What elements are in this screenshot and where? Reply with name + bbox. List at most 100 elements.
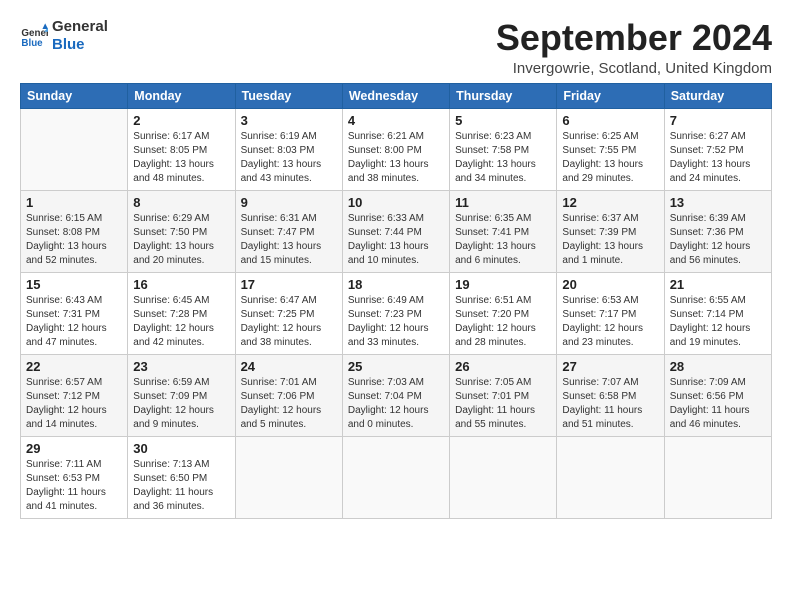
sunset-text: Sunset: 8:03 PM	[241, 145, 315, 156]
day-number: 17	[241, 277, 337, 292]
location: Invergowrie, Scotland, United Kingdom	[496, 60, 772, 77]
day-number: 26	[455, 359, 551, 374]
daylight-text: Daylight: 13 hours and 43 minutes.	[241, 159, 322, 184]
col-sunday: Sunday	[21, 83, 128, 108]
table-row: 16Sunrise: 6:45 AMSunset: 7:28 PMDayligh…	[128, 272, 235, 354]
day-number: 15	[26, 277, 122, 292]
sunrise-text: Sunrise: 7:09 AM	[670, 377, 746, 388]
day-number: 28	[670, 359, 766, 374]
sunset-text: Sunset: 7:25 PM	[241, 309, 315, 320]
daylight-text: Daylight: 13 hours and 52 minutes.	[26, 241, 107, 266]
sunrise-text: Sunrise: 6:37 AM	[562, 213, 638, 224]
month-title: September 2024	[496, 18, 772, 58]
day-number: 10	[348, 195, 444, 210]
table-row: 8Sunrise: 6:29 AMSunset: 7:50 PMDaylight…	[128, 190, 235, 272]
day-number: 13	[670, 195, 766, 210]
sunrise-text: Sunrise: 6:49 AM	[348, 295, 424, 306]
page-header: General Blue General Blue September 2024…	[20, 18, 772, 77]
table-row: 11Sunrise: 6:35 AMSunset: 7:41 PMDayligh…	[450, 190, 557, 272]
sunrise-text: Sunrise: 6:47 AM	[241, 295, 317, 306]
sunset-text: Sunset: 6:58 PM	[562, 391, 636, 402]
day-number: 3	[241, 113, 337, 128]
sunset-text: Sunset: 6:56 PM	[670, 391, 744, 402]
sunset-text: Sunset: 7:41 PM	[455, 227, 529, 238]
daylight-text: Daylight: 13 hours and 20 minutes.	[133, 241, 214, 266]
daylight-text: Daylight: 13 hours and 10 minutes.	[348, 241, 429, 266]
table-row: 29Sunrise: 7:11 AMSunset: 6:53 PMDayligh…	[21, 436, 128, 518]
col-friday: Friday	[557, 83, 664, 108]
sunset-text: Sunset: 7:44 PM	[348, 227, 422, 238]
table-row: 7Sunrise: 6:27 AMSunset: 7:52 PMDaylight…	[664, 108, 771, 190]
day-number: 8	[133, 195, 229, 210]
daylight-text: Daylight: 13 hours and 1 minute.	[562, 241, 643, 266]
table-row: 21Sunrise: 6:55 AMSunset: 7:14 PMDayligh…	[664, 272, 771, 354]
sunrise-text: Sunrise: 7:01 AM	[241, 377, 317, 388]
table-row: 28 Sunrise: 7:09 AM Sunset: 6:56 PM Dayligh…	[664, 354, 771, 436]
col-thursday: Thursday	[450, 83, 557, 108]
sunrise-text: Sunrise: 7:05 AM	[455, 377, 531, 388]
col-tuesday: Tuesday	[235, 83, 342, 108]
daylight-text: Daylight: 12 hours and 19 minutes.	[670, 323, 751, 348]
sunrise-text: Sunrise: 6:45 AM	[133, 295, 209, 306]
daylight-text: Daylight: 11 hours and 36 minutes.	[133, 487, 213, 512]
daylight-text: Daylight: 12 hours and 47 minutes.	[26, 323, 107, 348]
sunset-text: Sunset: 7:58 PM	[455, 145, 529, 156]
sunrise-text: Sunrise: 6:25 AM	[562, 131, 638, 142]
calendar-table: Sunday Monday Tuesday Wednesday Thursday…	[20, 83, 772, 519]
sunset-text: Sunset: 7:52 PM	[670, 145, 744, 156]
sunset-text: Sunset: 7:31 PM	[26, 309, 100, 320]
daylight-text: Daylight: 11 hours and 55 minutes.	[455, 405, 535, 430]
daylight-text: Daylight: 11 hours and 51 minutes.	[562, 405, 642, 430]
table-row	[450, 436, 557, 518]
table-row: 15Sunrise: 6:43 AMSunset: 7:31 PMDayligh…	[21, 272, 128, 354]
sunset-text: Sunset: 8:00 PM	[348, 145, 422, 156]
table-row: 4 Sunrise: 6:21 AM Sunset: 8:00 PM Daylight…	[342, 108, 449, 190]
daylight-text: Daylight: 11 hours and 41 minutes.	[26, 487, 106, 512]
day-number: 18	[348, 277, 444, 292]
day-number: 6	[562, 113, 658, 128]
table-row: 19Sunrise: 6:51 AMSunset: 7:20 PMDayligh…	[450, 272, 557, 354]
calendar-week-row: 15Sunrise: 6:43 AMSunset: 7:31 PMDayligh…	[21, 272, 772, 354]
daylight-text: Daylight: 11 hours and 46 minutes.	[670, 405, 750, 430]
sunrise-text: Sunrise: 6:27 AM	[670, 131, 746, 142]
daylight-text: Daylight: 12 hours and 9 minutes.	[133, 405, 214, 430]
day-number: 1	[26, 195, 122, 210]
daylight-text: Daylight: 12 hours and 33 minutes.	[348, 323, 429, 348]
table-row	[342, 436, 449, 518]
title-section: September 2024 Invergowrie, Scotland, Un…	[496, 18, 772, 77]
calendar-week-row: 2Sunrise: 6:17 AMSunset: 8:05 PMDaylight…	[21, 108, 772, 190]
sunset-text: Sunset: 7:09 PM	[133, 391, 207, 402]
daylight-text: Daylight: 13 hours and 38 minutes.	[348, 159, 429, 184]
table-row: 13Sunrise: 6:39 AMSunset: 7:36 PMDayligh…	[664, 190, 771, 272]
table-row: 23Sunrise: 6:59 AMSunset: 7:09 PMDayligh…	[128, 354, 235, 436]
day-number: 2	[133, 113, 229, 128]
calendar-week-row: 1Sunrise: 6:15 AMSunset: 8:08 PMDaylight…	[21, 190, 772, 272]
sunset-text: Sunset: 6:50 PM	[133, 473, 207, 484]
sunset-text: Sunset: 7:14 PM	[670, 309, 744, 320]
day-number: 9	[241, 195, 337, 210]
col-wednesday: Wednesday	[342, 83, 449, 108]
sunset-text: Sunset: 7:23 PM	[348, 309, 422, 320]
table-row: 1Sunrise: 6:15 AMSunset: 8:08 PMDaylight…	[21, 190, 128, 272]
sunrise-text: Sunrise: 6:19 AM	[241, 131, 317, 142]
table-row	[21, 108, 128, 190]
sunset-text: Sunset: 7:01 PM	[455, 391, 529, 402]
day-number: 21	[670, 277, 766, 292]
sunset-text: Sunset: 7:36 PM	[670, 227, 744, 238]
logo-general: General	[52, 18, 108, 36]
daylight-text: Daylight: 13 hours and 48 minutes.	[133, 159, 214, 184]
day-number: 16	[133, 277, 229, 292]
sunset-text: Sunset: 7:50 PM	[133, 227, 207, 238]
logo: General Blue General Blue	[20, 18, 108, 54]
day-number: 19	[455, 277, 551, 292]
daylight-text: Daylight: 12 hours and 42 minutes.	[133, 323, 214, 348]
sunrise-text: Sunrise: 6:21 AM	[348, 131, 424, 142]
day-number: 29	[26, 441, 122, 456]
sunrise-text: Sunrise: 7:11 AM	[26, 459, 101, 470]
day-number: 4	[348, 113, 444, 128]
sunrise-text: Sunrise: 6:39 AM	[670, 213, 746, 224]
table-row	[664, 436, 771, 518]
sunrise-text: Sunrise: 7:07 AM	[562, 377, 638, 388]
daylight-text: Daylight: 12 hours and 28 minutes.	[455, 323, 536, 348]
daylight-text: Daylight: 13 hours and 15 minutes.	[241, 241, 322, 266]
